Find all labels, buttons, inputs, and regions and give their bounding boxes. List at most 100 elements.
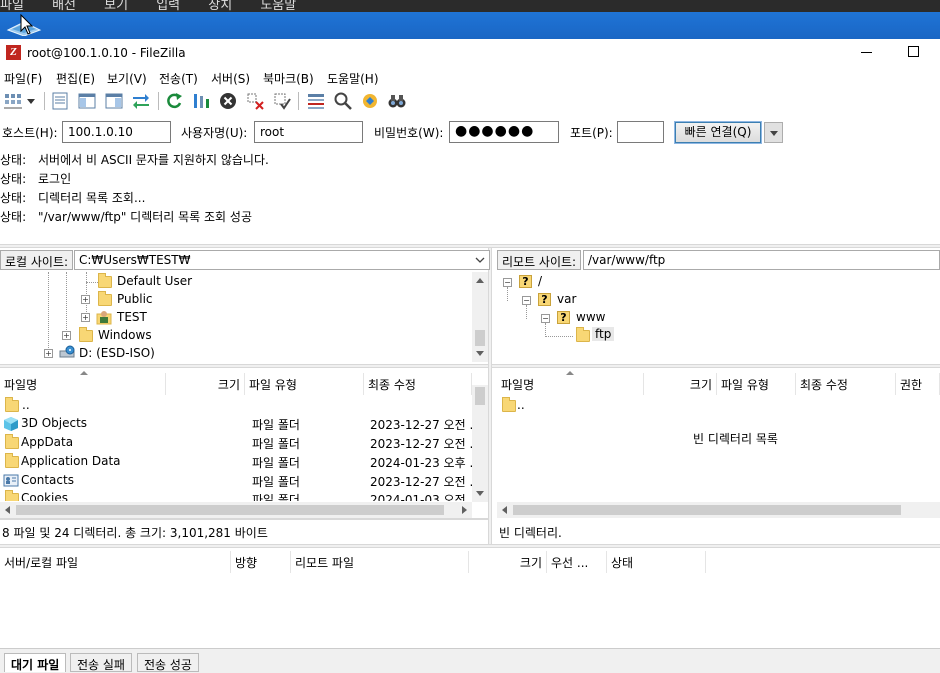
expand-icon[interactable]: + — [62, 331, 71, 340]
tab-queued-files[interactable]: 대기 파일 — [4, 653, 67, 672]
expand-icon[interactable]: + — [81, 313, 90, 322]
toggle-transfer-queue-icon[interactable] — [131, 91, 151, 111]
quickconnect-history-dropdown[interactable] — [764, 122, 783, 143]
remote-menu-wiring[interactable]: 배선 — [52, 0, 76, 12]
local-col-size[interactable]: 크기 — [166, 373, 245, 395]
port-input[interactable] — [617, 121, 664, 143]
directory-filter-icon[interactable] — [306, 91, 326, 111]
username-input[interactable] — [254, 121, 363, 143]
host-label: 호스트(H): — [2, 126, 58, 140]
tab-failed-transfers[interactable]: 전송 실패 — [70, 653, 132, 672]
remote-tree-item-root[interactable]: / — [538, 274, 542, 288]
local-col-filename[interactable]: 파일명 — [0, 373, 166, 395]
message-log[interactable]: 상태: 서버에서 비 ASCII 문자를 지원하지 않습니다. 상태: 로그인 상태… — [0, 149, 940, 245]
reconnect-icon[interactable] — [272, 91, 292, 111]
process-queue-icon[interactable] — [191, 91, 211, 111]
local-list-hscrollbar[interactable] — [0, 502, 472, 518]
list-item[interactable]: .. — [0, 396, 470, 415]
queue-col-remote-file[interactable]: 리모트 파일 — [291, 551, 469, 573]
remote-col-filename[interactable]: 파일명 — [497, 373, 644, 395]
menu-edit[interactable]: 편집(E) — [56, 70, 95, 87]
list-item[interactable]: Contacts 파일 폴더 2023-12-27 오전 ... — [0, 471, 481, 490]
remote-tree-splitter[interactable] — [492, 364, 940, 368]
chevron-down-icon[interactable] — [475, 255, 485, 265]
remote-menu-help[interactable]: 도움말 — [260, 0, 296, 12]
mouse-cursor-icon — [20, 14, 34, 35]
quickconnect-button[interactable]: 빠른 연결(Q) — [674, 121, 762, 144]
menu-help[interactable]: 도움말(H) — [327, 70, 379, 87]
drive-icon — [59, 345, 75, 358]
local-tree-item-test[interactable]: TEST — [117, 310, 147, 324]
disconnect-icon[interactable] — [245, 91, 265, 111]
list-item[interactable]: Application Data 파일 폴더 2024-01-23 오후 ... — [0, 452, 481, 471]
local-tree-item-windows[interactable]: Windows — [98, 328, 152, 342]
queue-col-size[interactable]: 크기 — [469, 551, 547, 573]
tree-line — [545, 323, 546, 337]
local-col-modified[interactable]: 최종 수정 — [364, 373, 472, 395]
menu-transfer[interactable]: 전송(T) — [159, 70, 198, 87]
tab-successful-transfers[interactable]: 전송 성공 — [137, 653, 199, 672]
local-path-combo[interactable]: C:₩Users₩TEST₩ — [74, 250, 490, 270]
window-title: root@100.1.0.10 - FileZilla — [27, 46, 186, 60]
toggle-local-tree-icon[interactable] — [77, 91, 97, 111]
remote-col-size[interactable]: 크기 — [644, 373, 717, 395]
cancel-operation-icon[interactable] — [218, 91, 238, 111]
remote-menu-view[interactable]: 보기 — [104, 0, 128, 12]
remote-path-combo[interactable]: /var/www/ftp — [583, 250, 940, 270]
remote-menu-file[interactable]: 파일 — [0, 0, 24, 12]
remote-tree-item-var[interactable]: var — [557, 292, 576, 306]
list-item[interactable]: .. — [497, 396, 937, 415]
menu-file[interactable]: 파일(F) — [4, 70, 42, 87]
expand-icon[interactable]: + — [44, 349, 53, 358]
remote-tree-item-ftp[interactable]: ftp — [592, 327, 615, 341]
local-tree-item-public[interactable]: Public — [117, 292, 153, 306]
collapse-icon[interactable]: − — [541, 314, 550, 323]
remote-tree-item-www[interactable]: www — [576, 310, 605, 324]
site-manager-icon[interactable] — [3, 91, 23, 111]
local-tree-item-default-user[interactable]: Default User — [117, 274, 192, 288]
remote-list-hscrollbar[interactable] — [497, 502, 940, 518]
remote-col-modified[interactable]: 최종 수정 — [796, 373, 896, 395]
local-tree-scrollbar[interactable] — [472, 272, 488, 362]
queue-splitter[interactable] — [0, 544, 940, 548]
menu-server[interactable]: 서버(S) — [211, 70, 250, 87]
minimize-button[interactable] — [861, 52, 872, 53]
local-list-vscrollbar[interactable] — [472, 385, 488, 502]
pane-splitter[interactable] — [488, 248, 492, 544]
remote-menu-device[interactable]: 장치 — [208, 0, 232, 12]
menu-bookmarks[interactable]: 북마크(B) — [263, 70, 314, 87]
local-tree-item-d-drive[interactable]: D: (ESD-ISO) — [79, 346, 155, 360]
refresh-icon[interactable] — [164, 91, 184, 111]
collapse-icon[interactable]: − — [522, 296, 531, 305]
remote-col-type[interactable]: 파일 유형 — [717, 373, 796, 395]
unknown-folder-icon: ? — [557, 311, 570, 324]
local-tree-splitter[interactable] — [0, 364, 488, 368]
queue-col-local-file[interactable]: 서버/로컬 파일 — [0, 551, 231, 573]
tree-line — [526, 305, 527, 319]
list-item[interactable]: 3D Objects 파일 폴더 2023-12-27 오전 ... — [0, 414, 481, 433]
toggle-remote-tree-icon[interactable] — [104, 91, 124, 111]
log-splitter[interactable] — [0, 244, 940, 248]
collapse-icon[interactable]: − — [503, 278, 512, 287]
queue-col-status[interactable]: 상태 — [607, 551, 706, 573]
list-item[interactable]: Cookies 파일 폴더 2024-01-03 오전 ... — [0, 489, 470, 501]
list-item[interactable]: AppData 파일 폴더 2023-12-27 오전 ... — [0, 433, 481, 452]
search-icon[interactable] — [333, 91, 353, 111]
toggle-message-log-icon[interactable] — [50, 91, 70, 111]
menu-view[interactable]: 보기(V) — [107, 70, 147, 87]
local-col-type[interactable]: 파일 유형 — [245, 373, 364, 395]
divider — [0, 518, 488, 520]
sync-browsing-icon[interactable] — [360, 91, 380, 111]
password-input[interactable] — [449, 121, 559, 143]
desktop-background — [0, 12, 940, 39]
log-line: 상태: 로그인 — [0, 172, 72, 186]
remote-menu-input[interactable]: 입력 — [156, 0, 180, 12]
remote-col-permissions[interactable]: 권한 — [896, 373, 940, 395]
binoculars-icon[interactable] — [387, 91, 407, 111]
maximize-button[interactable] — [908, 46, 919, 57]
queue-col-direction[interactable]: 방향 — [231, 551, 291, 573]
chevron-down-icon[interactable] — [24, 91, 38, 111]
expand-icon[interactable]: + — [81, 295, 90, 304]
queue-col-priority[interactable]: 우선 ... — [547, 551, 607, 573]
host-input[interactable] — [62, 121, 171, 143]
